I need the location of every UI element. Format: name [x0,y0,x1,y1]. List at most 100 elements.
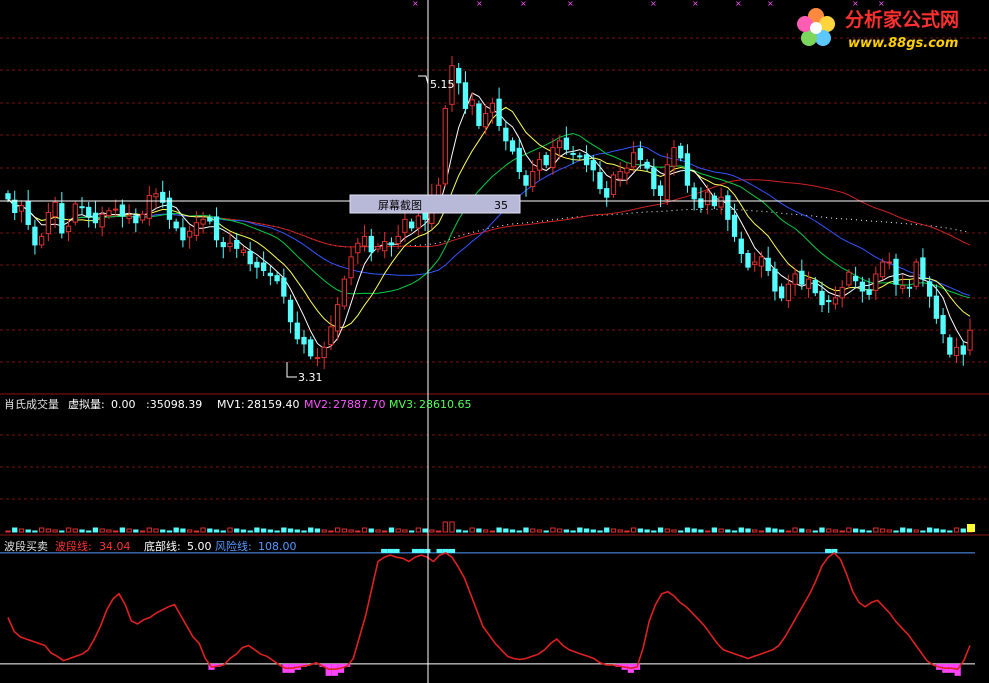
volume-header: 肖氏成交量 虚拟量: 0.00 :35098.39 MV1: 28159.40 … [4,397,472,411]
volume-bar [503,528,509,533]
volume-bar [227,527,233,533]
candle-down [731,214,738,237]
candle-down [274,275,280,282]
volume-bar [846,527,852,533]
candle-up [671,147,677,167]
volume-value: :35098.39 [146,398,202,411]
volume-bar [247,530,253,533]
volume-bar [32,530,38,533]
volume-bar [193,530,200,533]
candle-down [725,195,731,220]
candle-down [960,345,966,355]
volume-bar [72,528,78,533]
volume-bar [799,528,805,533]
candle-up [664,164,670,201]
risk-cap-bar [424,548,431,553]
candle-down [678,145,684,159]
candle-down [408,221,415,229]
volume-bar [664,528,670,533]
candle-down [496,98,502,126]
volume-bar [906,528,913,533]
mv3-label: MV3: [389,398,417,411]
volume-bar [321,529,327,533]
volume-bar [637,528,644,533]
volume-bar [617,529,623,533]
volume-bar [220,530,226,533]
candle-down [456,67,462,84]
volume-bar [577,527,583,533]
stock-chart-canvas[interactable]: × × × × × × × × × × 5.15 3.31 屏幕截图 35 肖氏成交量 虚拟量: … [0,0,989,683]
candle-down [920,257,926,280]
volume-bar [778,529,785,533]
candle-down [852,275,859,282]
volume-bar [395,528,401,533]
candle-down [267,272,274,277]
candle-up [146,194,152,219]
volume-bar [704,530,711,533]
volume-bar [469,527,475,533]
volume-bar [482,529,489,533]
volume-bar [852,528,859,533]
candle-down [738,238,744,254]
volume-bar [59,530,65,533]
volume-bar [772,528,778,533]
candle-down [698,198,704,208]
volume-bar [254,527,260,533]
volume-bar [826,528,832,533]
candle-down [12,199,18,214]
candle-down [745,252,751,268]
volume-bar [361,527,368,533]
top-marker: × [520,0,527,8]
risk-cap-bar [393,548,400,553]
candle-down [25,201,31,225]
candle-up [550,147,556,168]
candle-down [926,281,933,297]
candle-up [328,326,334,346]
tooltip-text: 屏幕截图 [378,198,422,212]
candle-down [906,286,913,289]
volume-bar [435,530,442,533]
volume-bar [630,527,637,533]
volume-bar [139,530,146,533]
mv1-value: 28159.40 [247,398,300,411]
candle-up [240,249,247,253]
volume-bar [287,528,294,533]
volume-bar [476,528,482,533]
volume-bar [429,529,435,533]
candle-up [361,235,368,247]
candle-up [186,230,193,238]
volume-bar [112,530,119,533]
candle-down [220,242,226,248]
volume-indicator-name: 肖氏成交量 [4,397,59,411]
screenshot-tooltip[interactable]: 屏幕截图 35 [349,194,521,214]
volume-bar [382,530,388,533]
volume-bar [792,527,798,533]
volume-bar [341,528,348,533]
volume-bar [38,527,45,533]
volume-bar [866,530,872,533]
volume-bar [893,530,899,533]
candle-down [503,127,509,142]
volume-bar [213,529,220,533]
volume-bar [657,527,664,533]
volume-bar [308,527,314,533]
candle-up [65,225,72,233]
candle-down [86,206,92,217]
volume-bar [651,530,657,533]
candle-up [536,159,543,171]
volume-bar [913,529,919,533]
volume-bar [348,529,354,533]
volume-bar [590,529,596,533]
volume-bar [234,528,240,533]
volume-bar [260,528,267,533]
candle-up [967,329,973,351]
volume-bar [328,530,334,533]
risk-cap-bar [825,548,832,553]
risk-cap-bar [387,548,394,553]
candle-down [590,160,596,171]
candle-up [718,196,724,208]
volume-bar [523,527,529,533]
volume-bar [543,530,549,533]
candle-down [476,103,482,126]
volume-bar [839,530,845,533]
